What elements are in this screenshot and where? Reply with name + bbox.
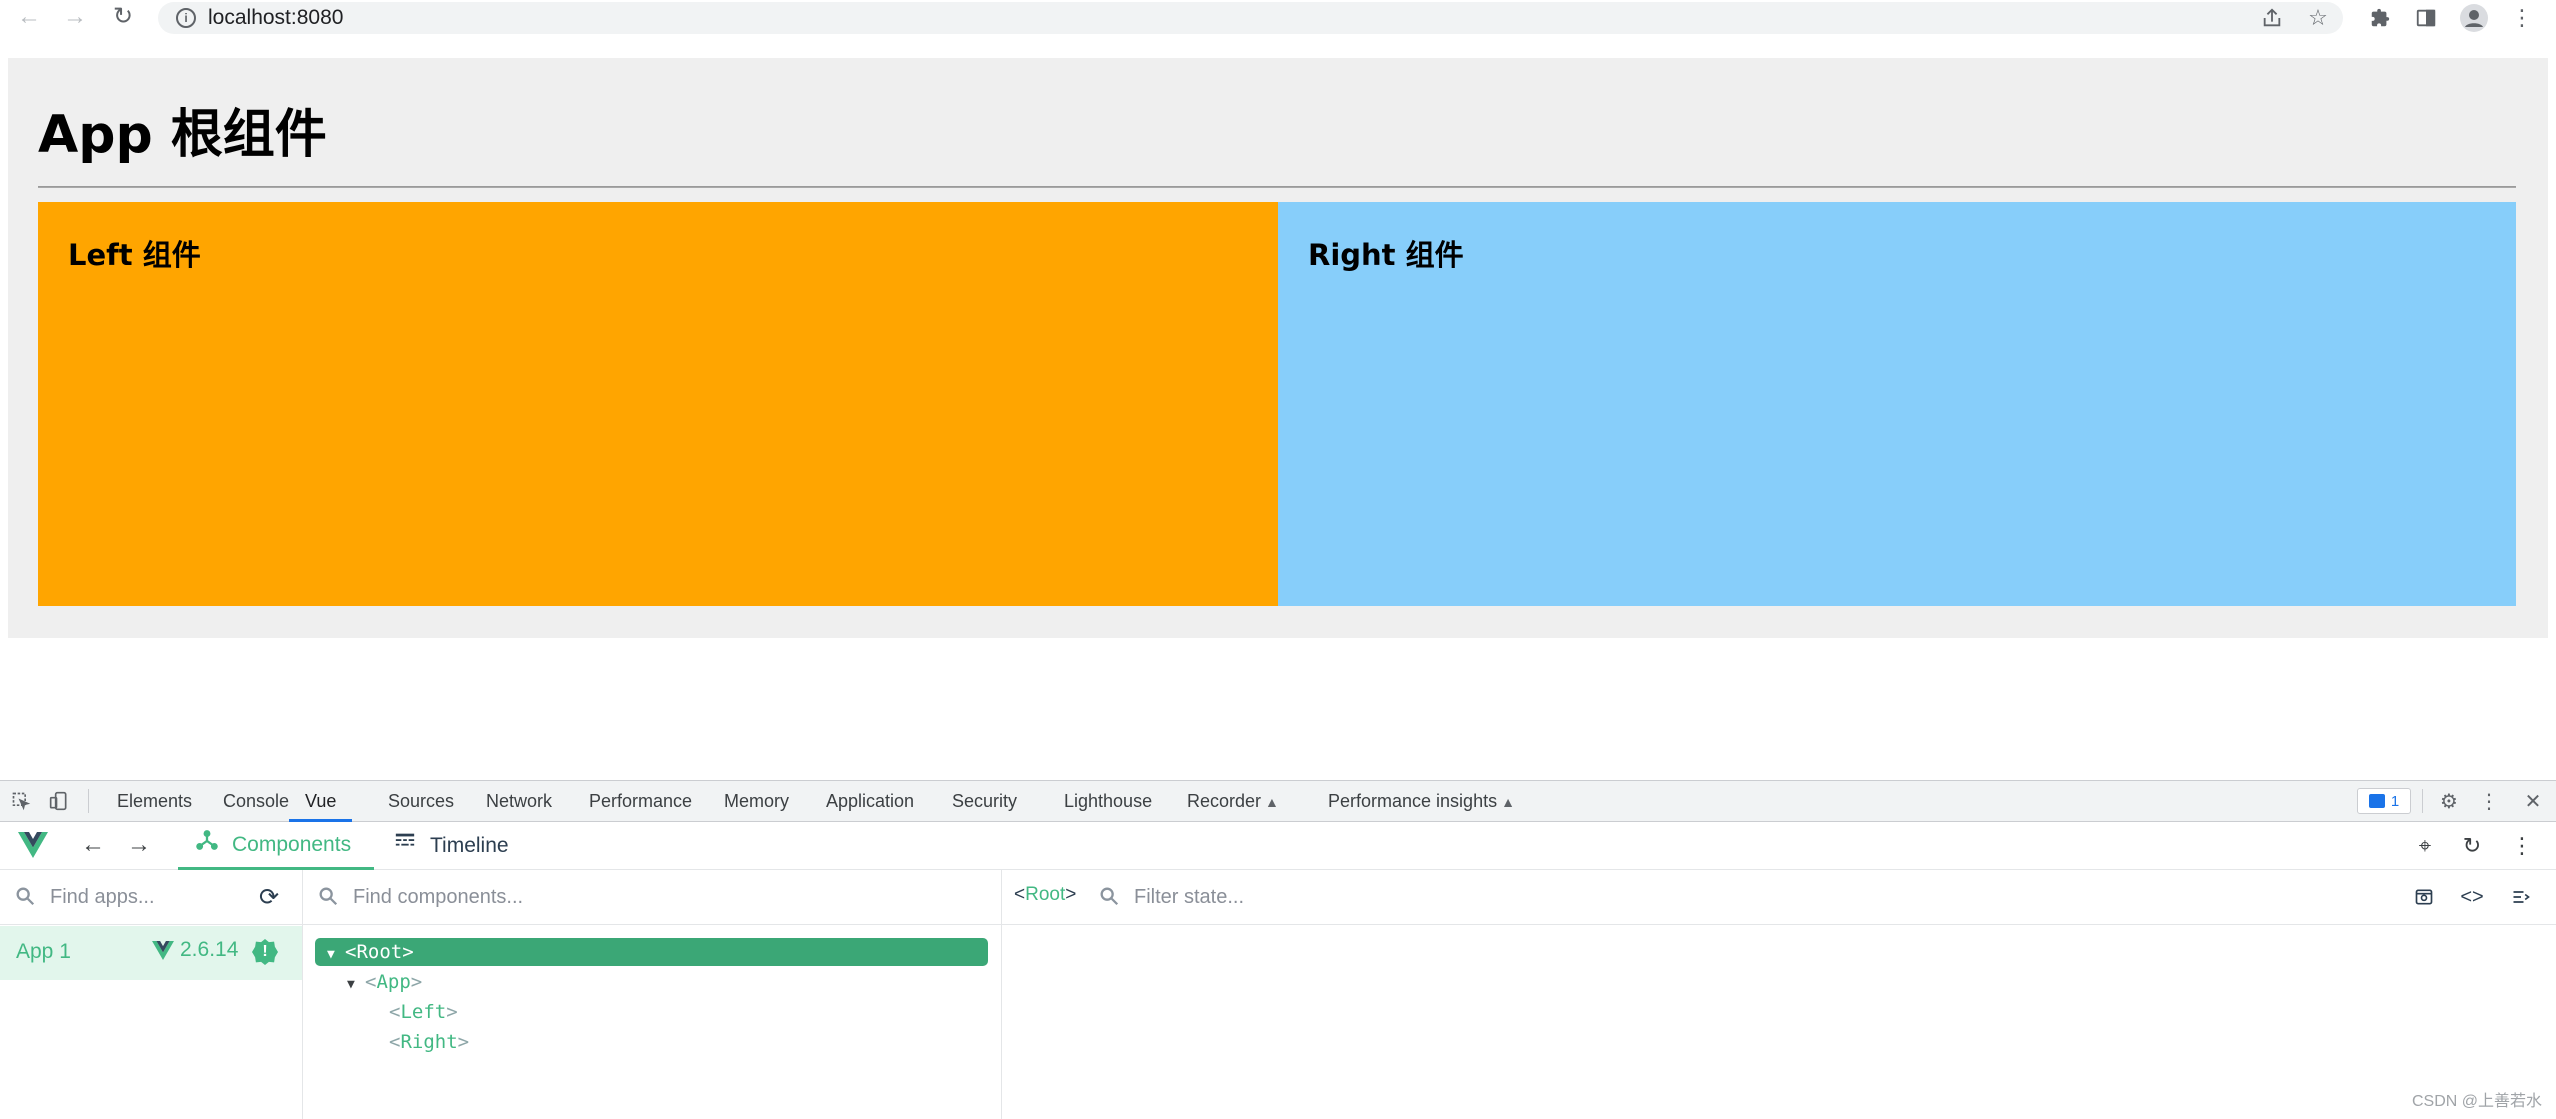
select-component-crosshair-icon[interactable]: ⌖ — [2411, 832, 2439, 860]
component-tree-pane: ▼<Root> ▼<App> <Left> <Right> — [303, 870, 1002, 1119]
tree-node-left[interactable]: <Left> — [389, 998, 458, 1026]
close-icon[interactable]: ✕ — [2519, 787, 2547, 815]
separator — [2422, 789, 2423, 813]
divider — [38, 186, 2516, 188]
share-icon[interactable] — [2256, 2, 2288, 34]
back-arrow-icon[interactable]: ← — [14, 2, 44, 32]
experiment-flask-icon: ▲ — [1265, 794, 1279, 810]
sync-icon[interactable]: ⟳ — [256, 884, 282, 911]
tab-security[interactable]: Security — [952, 781, 1017, 822]
components-search-input[interactable] — [351, 882, 951, 912]
app-root-component: App 根组件 Left 组件 Right 组件 — [8, 58, 2548, 638]
scroll-to-component-icon[interactable] — [2410, 883, 2438, 911]
app-list-item[interactable]: App 1 2.6.14 ! — [0, 926, 302, 980]
experiment-flask-icon: ▲ — [1501, 794, 1515, 810]
message-icon — [2368, 794, 2385, 808]
tree-node-right[interactable]: <Right> — [389, 1028, 469, 1056]
back-arrow-icon[interactable]: ← — [78, 830, 108, 860]
devtools-tabbar: Elements Console Vue Sources Network Per… — [0, 781, 2556, 822]
tab-components-label: Components — [232, 832, 352, 856]
vue-logo-icon — [152, 940, 174, 960]
tab-performance[interactable]: Performance — [589, 781, 692, 822]
timeline-icon — [394, 822, 416, 870]
tab-sources[interactable]: Sources — [388, 781, 454, 822]
browser-toolbar: ← → ↻ i localhost:8080 ☆ ⋮ — [0, 0, 2556, 36]
warning-badge-icon[interactable]: ! — [252, 939, 278, 965]
search-icon — [1100, 887, 1119, 906]
state-search-row: <Root> <> — [1002, 870, 2556, 925]
tab-vue[interactable]: Vue — [289, 781, 353, 822]
tab-application[interactable]: Application — [826, 781, 914, 822]
settings-gear-icon[interactable]: ⚙ — [2435, 787, 2463, 815]
search-icon — [319, 887, 338, 906]
more-menu-icon[interactable]: ⋮ — [2508, 832, 2536, 860]
left-title: Left 组件 — [68, 238, 201, 272]
devtools-panel: Elements Console Vue Sources Network Per… — [0, 780, 2556, 1119]
search-icon — [16, 887, 35, 906]
page-viewport: App 根组件 Left 组件 Right 组件 — [0, 36, 2556, 780]
apps-search-input[interactable] — [48, 882, 248, 912]
tab-lighthouse[interactable]: Lighthouse — [1064, 781, 1152, 822]
tab-components[interactable]: Components — [178, 822, 374, 870]
app-name: App 1 — [16, 940, 71, 963]
tab-network[interactable]: Network — [486, 781, 552, 822]
selected-component-name: <Root> — [1014, 884, 1077, 905]
inspect-element-icon[interactable] — [7, 787, 35, 815]
tab-performance-insights[interactable]: Performance insights ▲ — [1328, 781, 1515, 822]
tab-performance-insights-label: Performance insights — [1328, 791, 1498, 811]
site-info-icon[interactable]: i — [176, 8, 196, 28]
apps-pane: ⟳ App 1 2.6.14 ! — [0, 870, 303, 1119]
browser-menu-icon[interactable]: ⋮ — [2506, 2, 2538, 34]
apps-search-row: ⟳ — [0, 870, 302, 925]
tab-elements[interactable]: Elements — [117, 781, 192, 822]
state-filter-input[interactable] — [1132, 882, 1732, 912]
tab-recorder[interactable]: Recorder ▲ — [1187, 781, 1279, 822]
device-toolbar-icon[interactable] — [45, 787, 73, 815]
tab-recorder-label: Recorder — [1187, 791, 1262, 811]
issues-count: 1 — [2390, 792, 2400, 810]
vue-version-text: 2.6.14 — [180, 938, 239, 961]
issues-badge[interactable]: 1 — [2357, 788, 2411, 814]
vue-logo-icon — [18, 832, 48, 863]
vue-version: 2.6.14 — [152, 938, 238, 962]
tab-memory[interactable]: Memory — [724, 781, 789, 822]
extensions-puzzle-icon[interactable] — [2364, 2, 2396, 34]
side-panel-icon[interactable] — [2410, 2, 2442, 34]
tree-node-root[interactable]: ▼ <Root> — [315, 938, 988, 966]
expand-list-icon[interactable] — [2507, 883, 2535, 911]
devtools-menu-icon[interactable]: ⋮ — [2475, 787, 2503, 815]
code-icon[interactable]: <> — [2458, 883, 2486, 911]
forward-arrow-icon[interactable]: → — [60, 2, 90, 32]
right-component: Right 组件 — [1278, 202, 2516, 606]
components-search-row — [303, 870, 1001, 925]
address-bar[interactable]: i localhost:8080 ☆ — [158, 2, 2343, 34]
left-component: Left 组件 — [38, 202, 1278, 606]
components-tree-icon — [196, 821, 218, 869]
caret-down-icon[interactable]: ▼ — [327, 941, 345, 969]
state-inspector-pane: <Root> <> CSDN @上善若水 — [1002, 870, 2556, 1119]
profile-avatar-icon[interactable] — [2458, 2, 2490, 34]
reload-icon[interactable]: ↻ — [108, 2, 138, 32]
refresh-icon[interactable]: ↻ — [2458, 832, 2486, 860]
forward-arrow-icon[interactable]: → — [124, 830, 154, 860]
tab-timeline[interactable]: Timeline — [394, 822, 509, 870]
url-text[interactable]: localhost:8080 — [208, 6, 343, 30]
watermark: CSDN @上善若水 — [2411, 1093, 2542, 1110]
tab-timeline-label: Timeline — [430, 834, 509, 857]
separator — [88, 789, 89, 813]
right-title: Right 组件 — [1308, 238, 1464, 272]
bookmark-star-icon[interactable]: ☆ — [2302, 2, 2334, 34]
tree-node-app[interactable]: ▼ <App> — [347, 968, 422, 996]
vue-devtools-toolbar: ← → Components Timeline ⌖ ↻ ⋮ — [0, 822, 2556, 870]
tab-console[interactable]: Console — [223, 781, 289, 822]
caret-down-icon[interactable]: ▼ — [347, 971, 365, 999]
app-title: App 根组件 — [38, 105, 327, 165]
